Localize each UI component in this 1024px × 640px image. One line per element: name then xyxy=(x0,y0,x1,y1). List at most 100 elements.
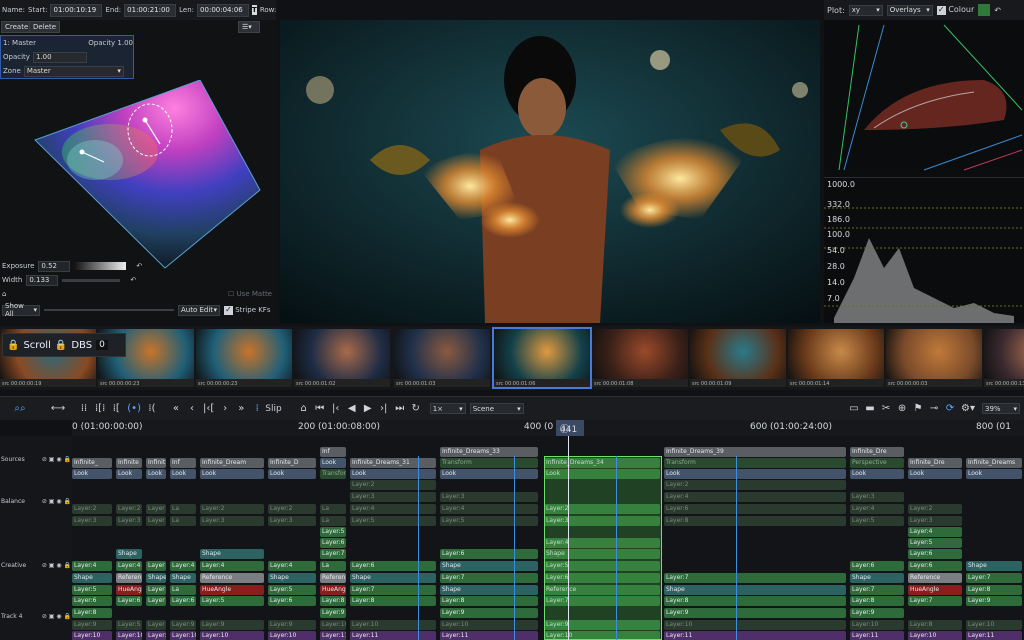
timeline-clip[interactable]: Shape xyxy=(966,561,1022,571)
rate-dropdown[interactable]: 1× ▾ xyxy=(429,403,466,414)
timeline-clip[interactable]: Layer:4 xyxy=(268,561,316,571)
timeline-clip[interactable]: Layer:10 xyxy=(268,631,316,640)
timeline-clip[interactable]: Layer:8 xyxy=(664,596,846,606)
timecode-ruler[interactable]: 0 (01:00:00:00) 200 (01:00:08:00) 400 (0… xyxy=(72,420,1024,436)
timeline-clip[interactable]: Infinit xyxy=(146,458,166,468)
timeline-clip[interactable]: Look xyxy=(116,469,142,479)
insert-icon[interactable]: ▬ xyxy=(862,399,878,419)
timeline-clip[interactable]: Layer:7 xyxy=(908,596,962,606)
timeline-clip[interactable]: Layer:8 xyxy=(664,516,846,526)
delete-button[interactable]: Delete xyxy=(29,21,60,33)
timeline-clip[interactable]: Layer:8 xyxy=(72,608,112,618)
timeline-clip[interactable]: Shape xyxy=(440,561,538,571)
pin-icon[interactable]: ⊸ xyxy=(926,399,942,419)
cut-icon[interactable]: ✂ xyxy=(878,399,894,419)
timeline-clip[interactable]: Layer:5 xyxy=(116,620,142,630)
roll-icon[interactable]: ⁞( xyxy=(144,399,160,419)
timeline-clip[interactable]: Layer:3 xyxy=(850,492,904,502)
timeline-clip[interactable]: Layer:6 xyxy=(350,561,436,571)
timeline-clip[interactable]: Layer:11 xyxy=(664,631,846,640)
timeline-clip[interactable]: Shape xyxy=(170,573,196,583)
timeline-clip[interactable]: Layer:9 xyxy=(72,620,112,630)
prev-clip-icon[interactable]: ⏮ xyxy=(312,399,328,419)
next-clip-icon[interactable]: ⏭ xyxy=(392,399,408,419)
track-header-track4[interactable]: Track 4 ⊘ ▣ ◉ 🔒 xyxy=(1,613,71,620)
next-frame-icon[interactable]: ›| xyxy=(376,399,392,419)
timeline-clip[interactable]: Layer:2 xyxy=(268,504,316,514)
trim-both-icon[interactable]: ⁞[⁞ xyxy=(92,399,108,419)
shot-thumbnail[interactable]: src 00:00:01:08 xyxy=(592,329,688,387)
step-forward-icon[interactable]: › xyxy=(217,399,233,419)
timeline-clip[interactable]: Layer:6 xyxy=(268,596,316,606)
timeline-clip[interactable]: Layer:6 xyxy=(320,538,346,548)
timeline-clip[interactable]: Shape xyxy=(116,549,142,559)
timeline-clip[interactable]: Infinite_Dre xyxy=(908,458,962,468)
timeline-clip[interactable]: Layer xyxy=(146,516,166,526)
timeline-clip[interactable]: Layer:5 xyxy=(440,516,538,526)
timeline-clip[interactable]: Layer xyxy=(146,596,166,606)
width-field[interactable] xyxy=(26,274,59,286)
shot-thumbnail[interactable]: src 00:00:01:03 xyxy=(394,329,490,387)
timeline-clip[interactable]: Layer:3 xyxy=(268,516,316,526)
timeline-clip[interactable]: HueAngle xyxy=(908,585,962,595)
timeline-clip[interactable]: Layer:10 xyxy=(966,620,1022,630)
reset-icon[interactable]: ↶ xyxy=(130,276,136,284)
timeline-clip[interactable]: Reference xyxy=(908,573,962,583)
timeline-clip[interactable]: Shape xyxy=(440,585,538,595)
timeline-clip[interactable]: Layer:2 xyxy=(664,480,846,490)
play-icon[interactable]: ▶ xyxy=(360,399,376,419)
shot-thumbnail[interactable]: src 00:00:01:14 xyxy=(788,329,884,387)
timeline-clip[interactable]: Shape xyxy=(146,573,166,583)
vectorscope-graphic[interactable] xyxy=(0,80,276,280)
timeline-clip[interactable]: Inf xyxy=(170,458,196,468)
timeline-clip[interactable]: Layer:6 xyxy=(850,561,904,571)
timeline-clip[interactable]: La xyxy=(170,516,196,526)
timeline-clip[interactable]: La xyxy=(320,504,346,514)
timeline-clip[interactable]: Layer:5 xyxy=(850,516,904,526)
start-field[interactable] xyxy=(50,3,103,17)
lock-icon[interactable]: 🔒 xyxy=(7,340,19,351)
track-controls-icon[interactable]: ⊘ ▣ ◉ 🔒 xyxy=(42,456,71,463)
layout-menu-icon[interactable]: ☰▾ xyxy=(238,21,260,33)
marker-icon[interactable]: ⊕ xyxy=(894,399,910,419)
slip-icon[interactable]: ⁞ xyxy=(249,399,265,419)
timeline-clip[interactable]: Layer:9 xyxy=(440,608,538,618)
trim-right-icon[interactable]: ⁞[ xyxy=(108,399,124,419)
timeline-clip[interactable]: Layer:9 xyxy=(664,608,846,618)
timeline-clip[interactable]: Layer:9 xyxy=(200,620,264,630)
timeline-clip[interactable]: HueAng xyxy=(116,585,142,595)
timeline-clip[interactable]: Layer:7 xyxy=(664,573,846,583)
timeline-clip[interactable]: Shape xyxy=(850,573,904,583)
timeline-clip[interactable]: Layer:5 xyxy=(350,516,436,526)
track-controls-icon[interactable]: ⊘ ▣ ◉ 🔒 xyxy=(42,613,71,620)
timeline-clip[interactable]: Layer:4 xyxy=(200,561,264,571)
timeline-clip[interactable]: Look xyxy=(966,469,1022,479)
go-start-icon[interactable]: |‹[ xyxy=(200,399,217,419)
auto-edit-dropdown[interactable]: Auto Edit ▾ xyxy=(178,304,220,316)
timeline-clip[interactable]: Referen xyxy=(116,573,142,583)
timeline-clip[interactable]: Layer xyxy=(146,585,166,595)
timeline-clip[interactable]: Layer:7 xyxy=(850,585,904,595)
timeline-clip[interactable]: Infinite_Dream xyxy=(200,458,264,468)
use-matte-checkbox[interactable]: ☐ Use Matte xyxy=(228,290,272,298)
timeline-clip[interactable]: HueAngle xyxy=(200,585,264,595)
timeline-clip[interactable]: Layer:10 xyxy=(350,620,436,630)
timeline-clip[interactable]: Layer:11 xyxy=(966,631,1022,640)
width-slider[interactable] xyxy=(62,278,121,282)
timeline-scrubber[interactable] xyxy=(44,309,174,311)
timeline-clip[interactable]: Look xyxy=(440,469,538,479)
timeline-clip[interactable]: Infinite_Dre xyxy=(850,447,904,457)
view-mode-icon[interactable]: ⌕⌕ xyxy=(0,399,40,419)
expand-icon[interactable]: ⟷ xyxy=(40,399,76,419)
timeline-clip[interactable]: Layer:10 xyxy=(72,631,112,640)
timeline-clip[interactable]: Layer:4 xyxy=(170,561,196,571)
overlays-dropdown[interactable]: Overlays ▾ xyxy=(886,4,933,16)
timeline-clip[interactable]: Layer:4 xyxy=(908,527,962,537)
timeline-clip[interactable]: Look xyxy=(908,469,962,479)
play-reverse-icon[interactable]: ◀ xyxy=(344,399,360,419)
timeline-clip[interactable]: Layer:7 xyxy=(320,549,346,559)
selected-shot-region[interactable] xyxy=(544,456,662,640)
timeline-clip[interactable]: Layer:5 xyxy=(908,538,962,548)
timeline-clip[interactable]: Infinite_Dreams_31 xyxy=(350,458,436,468)
timeline-clip[interactable]: Transfor xyxy=(320,469,346,479)
